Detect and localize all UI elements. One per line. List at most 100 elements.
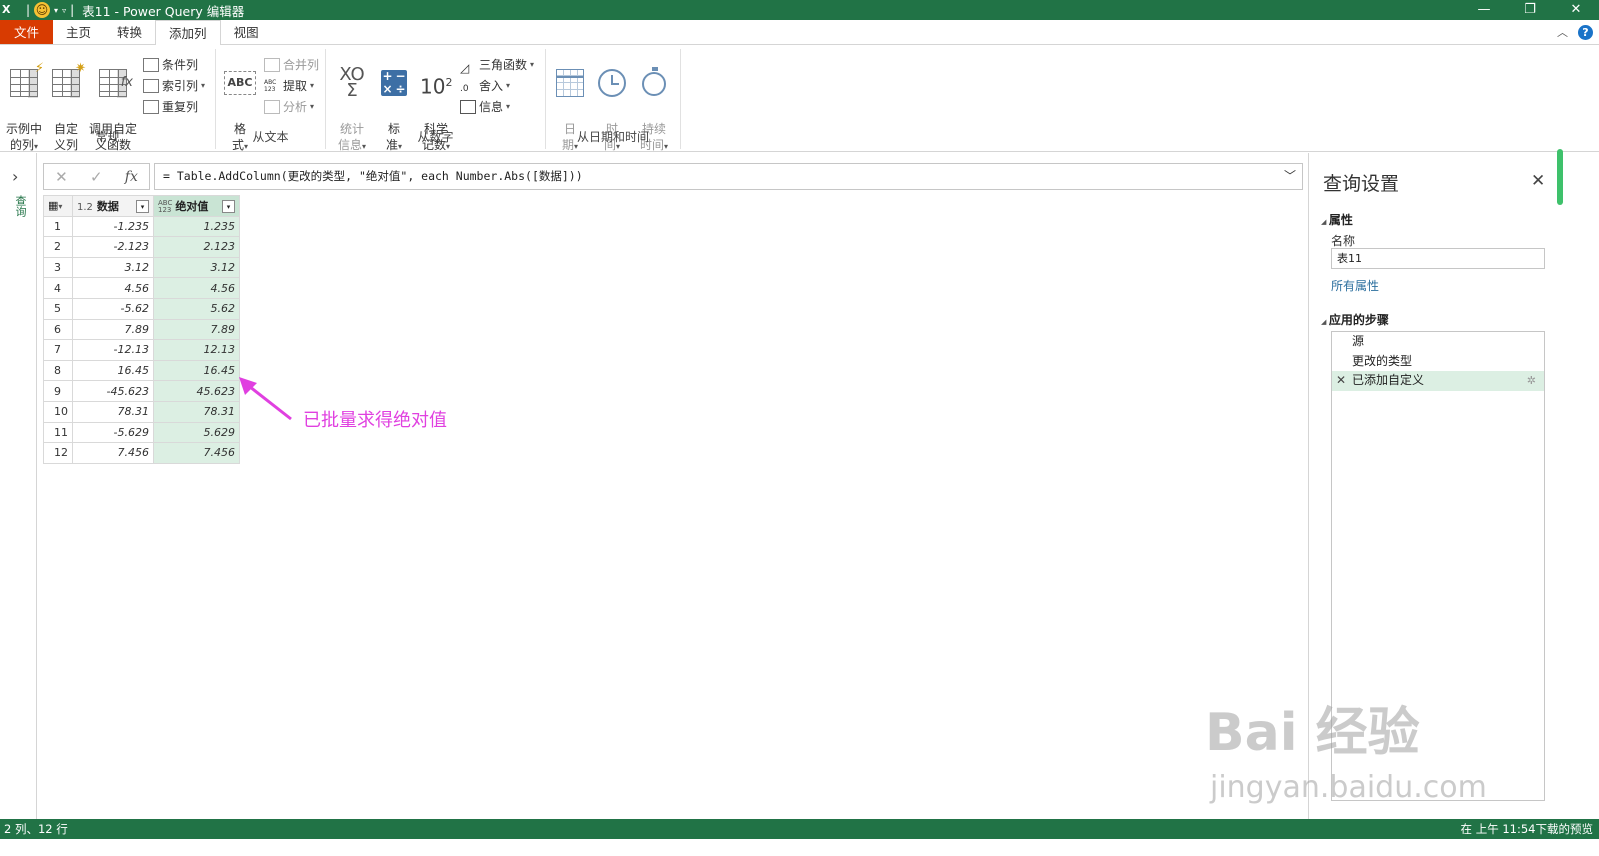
table-row[interactable]: 2 -2.123 2.123 <box>43 236 240 258</box>
table-row[interactable]: 9 -45.623 45.623 <box>43 380 240 402</box>
chevron-down-icon[interactable]: ▾ <box>54 6 58 15</box>
conditional-column-icon <box>143 58 159 72</box>
filter-dropdown-icon[interactable]: ▾ <box>136 199 149 213</box>
table-row[interactable]: 11 -5.629 5.629 <box>43 421 240 444</box>
step-added-custom[interactable]: ✕ 已添加自定义 ✲ <box>1332 371 1544 391</box>
help-icon[interactable]: ? <box>1578 24 1593 40</box>
row-number[interactable]: 12 <box>43 442 73 464</box>
cancel-formula-icon[interactable]: ✕ <box>55 168 68 186</box>
row-number[interactable]: 11 <box>43 421 73 444</box>
confirm-formula-icon[interactable]: ✓ <box>90 168 103 186</box>
step-changed-type[interactable]: 更改的类型 <box>1332 352 1544 372</box>
decimal-type-icon[interactable]: 1.2 <box>77 202 93 213</box>
row-number[interactable]: 7 <box>43 339 73 361</box>
extract-button[interactable]: ABC 123 提取 ▾ <box>264 76 314 96</box>
expand-queries-icon[interactable]: › <box>12 167 18 186</box>
cell-abs[interactable]: 78.31 <box>153 400 240 423</box>
cell-data[interactable]: -1.235 <box>72 215 154 238</box>
cell-abs[interactable]: 7.456 <box>153 442 240 464</box>
minimize-icon[interactable]: — <box>1461 0 1507 20</box>
cell-abs[interactable]: 2.123 <box>153 236 240 258</box>
close-window-icon[interactable]: ✕ <box>1553 0 1599 20</box>
qa-separator: | <box>26 3 31 17</box>
row-number[interactable]: 5 <box>43 297 73 320</box>
applied-steps-section[interactable]: 应用的步骤 <box>1321 311 1389 328</box>
tab-file[interactable]: 文件 <box>0 20 54 44</box>
conditional-column-button[interactable]: 条件列 <box>143 55 198 75</box>
table-row[interactable]: 1 -1.235 1.235 <box>43 215 240 238</box>
row-number[interactable]: 2 <box>43 236 73 258</box>
fx-icon[interactable]: fx <box>125 169 138 185</box>
row-number[interactable]: 1 <box>43 215 73 238</box>
customize-qa-icon[interactable]: ▿ <box>62 6 66 15</box>
queries-pane-label[interactable]: 查询 <box>12 195 28 217</box>
trigonometry-button[interactable]: ◿ 三角函数 ▾ <box>460 55 534 75</box>
table-row[interactable]: 12 7.456 7.456 <box>43 442 240 464</box>
properties-section[interactable]: 属性 <box>1321 211 1353 228</box>
cell-data[interactable]: 78.31 <box>72 400 154 423</box>
close-icon[interactable]: ✕ <box>1531 171 1545 191</box>
column-header-data[interactable]: 1.2 数据 ▾ <box>72 195 154 217</box>
all-properties-link[interactable]: 所有属性 <box>1331 277 1379 294</box>
cell-abs[interactable]: 3.12 <box>153 256 240 279</box>
cell-abs[interactable]: 5.62 <box>153 297 240 320</box>
scrollbar[interactable] <box>1557 149 1563 205</box>
chevron-down-icon[interactable]: ﹀ <box>1284 164 1296 189</box>
tab-add-column[interactable]: 添加列 <box>155 20 221 46</box>
filter-dropdown-icon[interactable]: ▾ <box>222 199 235 213</box>
information-button[interactable]: 信息 ▾ <box>460 97 510 117</box>
cell-data[interactable]: 7.89 <box>72 318 154 341</box>
cell-data[interactable]: -45.623 <box>72 380 154 402</box>
column-header-abs[interactable]: ABC 123 绝对值 ▾ <box>153 195 240 217</box>
row-number[interactable]: 9 <box>43 380 73 402</box>
rounding-button[interactable]: .0 舍入 ▾ <box>460 76 510 96</box>
cell-abs[interactable]: 7.89 <box>153 318 240 341</box>
cell-abs[interactable]: 45.623 <box>153 380 240 402</box>
cell-data[interactable]: -5.62 <box>72 297 154 320</box>
restore-icon[interactable]: ❐ <box>1507 0 1553 20</box>
row-number[interactable]: 8 <box>43 359 73 382</box>
row-number[interactable]: 3 <box>43 256 73 279</box>
table-row[interactable]: 10 78.31 78.31 <box>43 400 240 423</box>
lightning-icon: ⚡ <box>34 61 44 76</box>
step-source[interactable]: 源 <box>1332 332 1544 352</box>
smiley-icon[interactable]: ☺ <box>34 2 51 18</box>
table-row[interactable]: 4 4.56 4.56 <box>43 277 240 299</box>
index-column-button[interactable]: 索引列 ▾ <box>143 76 205 96</box>
cell-abs[interactable]: 16.45 <box>153 359 240 382</box>
row-number[interactable]: 6 <box>43 318 73 341</box>
cell-abs[interactable]: 4.56 <box>153 277 240 299</box>
cell-data[interactable]: 3.12 <box>72 256 154 279</box>
table-row[interactable]: 8 16.45 16.45 <box>43 359 240 382</box>
gear-icon[interactable]: ✲ <box>1527 371 1536 391</box>
cell-abs[interactable]: 5.629 <box>153 421 240 444</box>
cell-data[interactable]: 7.456 <box>72 442 154 464</box>
table-row[interactable]: 6 7.89 7.89 <box>43 318 240 341</box>
formula-input[interactable]: = Table.AddColumn(更改的类型, "绝对值", each Num… <box>154 163 1303 190</box>
cell-abs[interactable]: 12.13 <box>153 339 240 361</box>
row-number[interactable]: 4 <box>43 277 73 299</box>
cell-data[interactable]: 4.56 <box>72 277 154 299</box>
cell-data[interactable]: -2.123 <box>72 236 154 258</box>
cell-data[interactable]: -5.629 <box>72 421 154 444</box>
cell-data[interactable]: -12.13 <box>72 339 154 361</box>
cell-abs[interactable]: 1.235 <box>153 215 240 238</box>
parse-button[interactable]: 分析 ▾ <box>264 97 314 117</box>
table-row[interactable]: 7 -12.13 12.13 <box>43 339 240 361</box>
row-number[interactable]: 10 <box>43 400 73 423</box>
delete-step-icon[interactable]: ✕ <box>1336 371 1346 391</box>
duplicate-column-button[interactable]: 重复列 <box>143 97 198 117</box>
query-name-input[interactable]: 表11 <box>1331 248 1545 269</box>
merge-columns-button[interactable]: 合并列 <box>264 55 319 75</box>
table-row[interactable]: 5 -5.62 5.62 <box>43 297 240 320</box>
tab-view[interactable]: 视图 <box>221 20 272 44</box>
tab-transform[interactable]: 转换 <box>104 20 155 44</box>
any-type-icon[interactable]: ABC 123 <box>158 199 172 214</box>
cell-data[interactable]: 16.45 <box>72 359 154 382</box>
parse-icon <box>264 100 280 114</box>
collapse-ribbon-icon[interactable]: ︿ <box>1557 24 1568 40</box>
table-menu-icon[interactable]: ▦▾ <box>43 195 73 217</box>
tab-home[interactable]: 主页 <box>53 20 104 44</box>
table-row[interactable]: 3 3.12 3.12 <box>43 256 240 279</box>
merge-columns-icon <box>264 58 280 72</box>
